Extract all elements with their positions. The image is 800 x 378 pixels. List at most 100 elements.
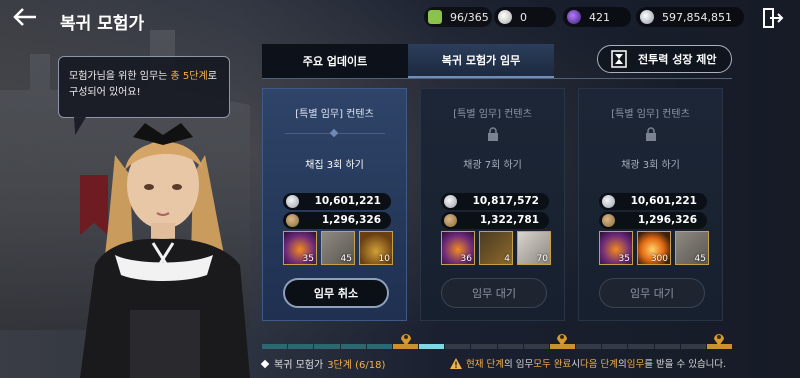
pearl-value: 0 bbox=[520, 10, 527, 24]
notice-text: 의 임무 bbox=[503, 359, 534, 370]
progress-segment bbox=[366, 344, 392, 349]
back-button[interactable] bbox=[10, 6, 40, 30]
exp-reward: 1,322,781 bbox=[441, 212, 549, 229]
stage-notice: 현재 단계 의 임무 모두 완료 시 다음 단계 의 임무 를 받을 수 있습니다. bbox=[450, 356, 726, 370]
exp-reward-value: 1,296,326 bbox=[637, 214, 697, 226]
bubble-text: 모험가님을 위한 임무는 bbox=[69, 71, 171, 82]
pearl-icon bbox=[498, 10, 512, 24]
mission-standby-button[interactable]: 임무 대기 bbox=[441, 278, 547, 308]
card-task: 채광 7회 하기 bbox=[463, 160, 522, 171]
tab-main-update[interactable]: 주요 업데이트 bbox=[262, 44, 408, 78]
item-qty: 36 bbox=[460, 254, 472, 264]
silver-reward-value: 10,601,221 bbox=[314, 195, 381, 207]
speech-bubble: 모험가님을 위한 임무는 총 5단계로 구성되어 있어요! bbox=[58, 56, 230, 118]
item-qty: 70 bbox=[536, 254, 548, 264]
mystery-box-icon[interactable]: 35 bbox=[283, 231, 317, 265]
exp-reward-value: 1,296,326 bbox=[321, 214, 381, 226]
card-divider bbox=[285, 133, 385, 134]
card-task: 채집 3회 하기 bbox=[305, 160, 364, 171]
progress-segment bbox=[471, 344, 497, 349]
mission-card-1[interactable]: [특별 임무] 컨텐츠 채집 3회 하기 10,601,221 1,296,32… bbox=[262, 88, 407, 321]
mystery-box-icon[interactable]: 35 bbox=[599, 231, 633, 265]
exit-icon bbox=[763, 8, 784, 28]
notice-text: 를 받을 수 있습니다. bbox=[644, 359, 727, 370]
bubble-line-1: 모험가님을 위한 임무는 총 5단계로 bbox=[69, 69, 221, 85]
stage-progress-bar bbox=[262, 344, 733, 349]
page-title: 복귀 모험가 bbox=[60, 14, 145, 34]
progress-segment bbox=[288, 344, 314, 349]
silver-reward: 10,817,572 bbox=[441, 193, 549, 210]
crystal-value: 421 bbox=[589, 10, 610, 24]
progress-segment bbox=[445, 344, 471, 349]
exp-reward: 1,296,326 bbox=[599, 212, 707, 229]
progress-segment bbox=[314, 344, 340, 349]
progress-segment bbox=[262, 344, 288, 349]
reward-items: 35 300 45 bbox=[599, 231, 709, 267]
card-title: [특별 임무] 컨텐츠 bbox=[611, 109, 690, 120]
scroll-icon[interactable]: 45 bbox=[321, 231, 355, 265]
item-qty: 45 bbox=[694, 254, 706, 264]
energy-value: 96/365 bbox=[450, 10, 489, 24]
card-title: [특별 임무] 컨텐츠 bbox=[453, 109, 532, 120]
mystery-box-icon[interactable]: 36 bbox=[441, 231, 475, 265]
mission-card-3[interactable]: [특별 임무] 컨텐츠 채광 3회 하기 10,601,221 1,296,32… bbox=[578, 88, 723, 321]
notice-text: 임무 bbox=[626, 359, 645, 370]
stage-marker-icon bbox=[557, 334, 567, 346]
lock-icon bbox=[488, 127, 498, 141]
notice-text: 다음 단계 bbox=[579, 359, 618, 370]
exp-reward: 1,296,326 bbox=[283, 212, 391, 229]
progress-segment bbox=[602, 344, 628, 349]
progress-title: 복귀 모험가 bbox=[274, 360, 324, 371]
exp-reward-value: 1,322,781 bbox=[479, 214, 539, 226]
progress-segment bbox=[340, 344, 366, 349]
tab-returning-mission[interactable]: 복귀 모험가 임무 bbox=[408, 44, 554, 78]
silver-coin-icon bbox=[602, 195, 615, 208]
power-growth-proposal-button[interactable]: 전투력 성장 제안 bbox=[597, 45, 732, 73]
progress-segment bbox=[628, 344, 654, 349]
silver-reward: 10,601,221 bbox=[283, 193, 391, 210]
silver-reward-value: 10,817,572 bbox=[472, 195, 539, 207]
progress-segment bbox=[680, 344, 706, 349]
reward-items: 36 4 70 bbox=[441, 231, 551, 267]
bubble-text: 로 bbox=[207, 71, 217, 82]
mission-card-2[interactable]: [특별 임무] 컨텐츠 채광 7회 하기 10,817,572 1,322,78… bbox=[420, 88, 565, 321]
silver-coin-icon bbox=[286, 195, 299, 208]
hourglass-icon bbox=[611, 50, 627, 68]
notice-text: 모두 완료 bbox=[533, 359, 572, 370]
resource-crystal: 421 bbox=[563, 7, 631, 27]
tab-bar: 주요 업데이트 복귀 모험가 임무 bbox=[262, 44, 554, 78]
mission-standby-button[interactable]: 임무 대기 bbox=[599, 278, 705, 308]
diamond-icon bbox=[260, 359, 270, 368]
fire-stone-icon[interactable]: 300 bbox=[637, 231, 671, 265]
guide-character-portrait bbox=[80, 123, 250, 378]
exit-button[interactable] bbox=[760, 6, 784, 30]
resource-pearl: 0 bbox=[494, 7, 556, 27]
stage-marker-icon bbox=[401, 334, 411, 346]
item-qty: 35 bbox=[302, 254, 314, 264]
item-qty: 35 bbox=[618, 254, 630, 264]
progress-segment bbox=[576, 344, 602, 349]
item-qty: 300 bbox=[650, 254, 668, 264]
crystal-icon bbox=[567, 10, 581, 24]
treasure-chest-icon[interactable]: 10 bbox=[359, 231, 393, 265]
card-task: 채광 3회 하기 bbox=[621, 160, 680, 171]
notice-text: 의 bbox=[617, 359, 627, 370]
item-qty: 10 bbox=[378, 254, 390, 264]
stage-marker-icon bbox=[714, 334, 724, 346]
scroll-icon[interactable]: 45 bbox=[675, 231, 709, 265]
gift-boxes-icon[interactable]: 4 bbox=[479, 231, 513, 265]
progress-segment bbox=[654, 344, 680, 349]
item-qty: 45 bbox=[340, 254, 352, 264]
exp-icon bbox=[602, 214, 615, 227]
silver-reward-value: 10,601,221 bbox=[630, 195, 697, 207]
resource-silver: 597,854,851 bbox=[636, 7, 744, 27]
exp-icon bbox=[444, 214, 457, 227]
progress-label: 복귀 모험가 3단계 (6/18) bbox=[260, 356, 385, 371]
notice-text: 현재 단계 bbox=[466, 359, 504, 370]
paper-icon[interactable]: 70 bbox=[517, 231, 551, 265]
cancel-mission-button[interactable]: 임무 취소 bbox=[283, 278, 389, 308]
arrow-left-icon bbox=[13, 8, 36, 26]
silver-icon bbox=[640, 10, 654, 24]
silver-coin-icon bbox=[444, 195, 457, 208]
tab-divider bbox=[262, 78, 732, 79]
